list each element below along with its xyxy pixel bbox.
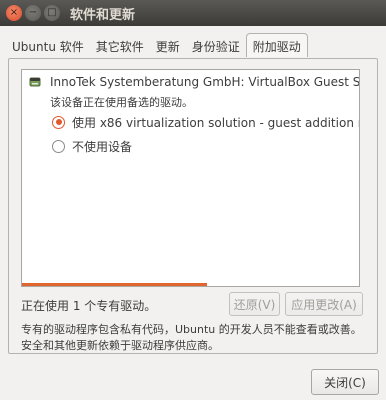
chip-icon	[29, 77, 41, 87]
tab-other-software[interactable]: 其它软件	[90, 35, 150, 56]
driver-option-x86-virtualization[interactable]: 使用 x86 virtualization solution - guest a…	[52, 114, 360, 130]
device-status: 该设备正在使用备选的驱动。	[50, 96, 193, 109]
title-bar: × − □ 软件和更新	[0, 0, 386, 26]
device-name: InnoTek Systemberatung GmbH: VirtualBox …	[50, 75, 360, 89]
proprietary-driver-note: 专有的驱动程序包含私有代码，Ubuntu 的开发人员不能查看或改善。安全和其他更…	[21, 323, 362, 352]
close-button[interactable]: 关闭(C)	[311, 369, 379, 395]
revert-button[interactable]: 还原(V)	[229, 292, 280, 316]
radio-checked-icon[interactable]	[52, 115, 65, 129]
progress-bar	[22, 283, 359, 286]
maximize-icon: □	[47, 7, 57, 18]
window-maximize-button[interactable]: □	[44, 5, 60, 21]
progress-fill	[22, 283, 208, 286]
tab-bar: Ubuntu 软件 其它软件 更新 身份验证 附加驱动	[6, 33, 308, 59]
window-minimize-button[interactable]: −	[25, 5, 41, 21]
minimize-icon: −	[28, 7, 38, 18]
driver-list[interactable]: InnoTek Systemberatung GmbH: VirtualBox …	[21, 69, 360, 287]
close-icon: ×	[9, 7, 19, 18]
tab-ubuntu-software[interactable]: Ubuntu 软件	[6, 35, 90, 56]
tab-additional-drivers[interactable]: 附加驱动	[245, 33, 308, 57]
driver-option-label: 使用 x86 virtualization solution - guest a…	[72, 115, 360, 130]
window-title: 软件和更新	[70, 8, 136, 23]
apply-changes-button[interactable]: 应用更改(A)	[285, 292, 363, 316]
driver-status-text: 正在使用 1 个专有驱动。	[21, 299, 157, 313]
window-close-button[interactable]: ×	[6, 5, 22, 21]
radio-unchecked-icon[interactable]	[52, 139, 65, 153]
software-updates-window: × − □ 软件和更新 Ubuntu 软件 其它软件 更新 身份验证 附加驱动 …	[0, 0, 386, 400]
tab-updates[interactable]: 更新	[150, 35, 186, 56]
driver-option-label: 不使用设备	[72, 139, 133, 154]
tab-authentication[interactable]: 身份验证	[186, 35, 246, 56]
driver-option-do-not-use[interactable]: 不使用设备	[52, 138, 132, 154]
